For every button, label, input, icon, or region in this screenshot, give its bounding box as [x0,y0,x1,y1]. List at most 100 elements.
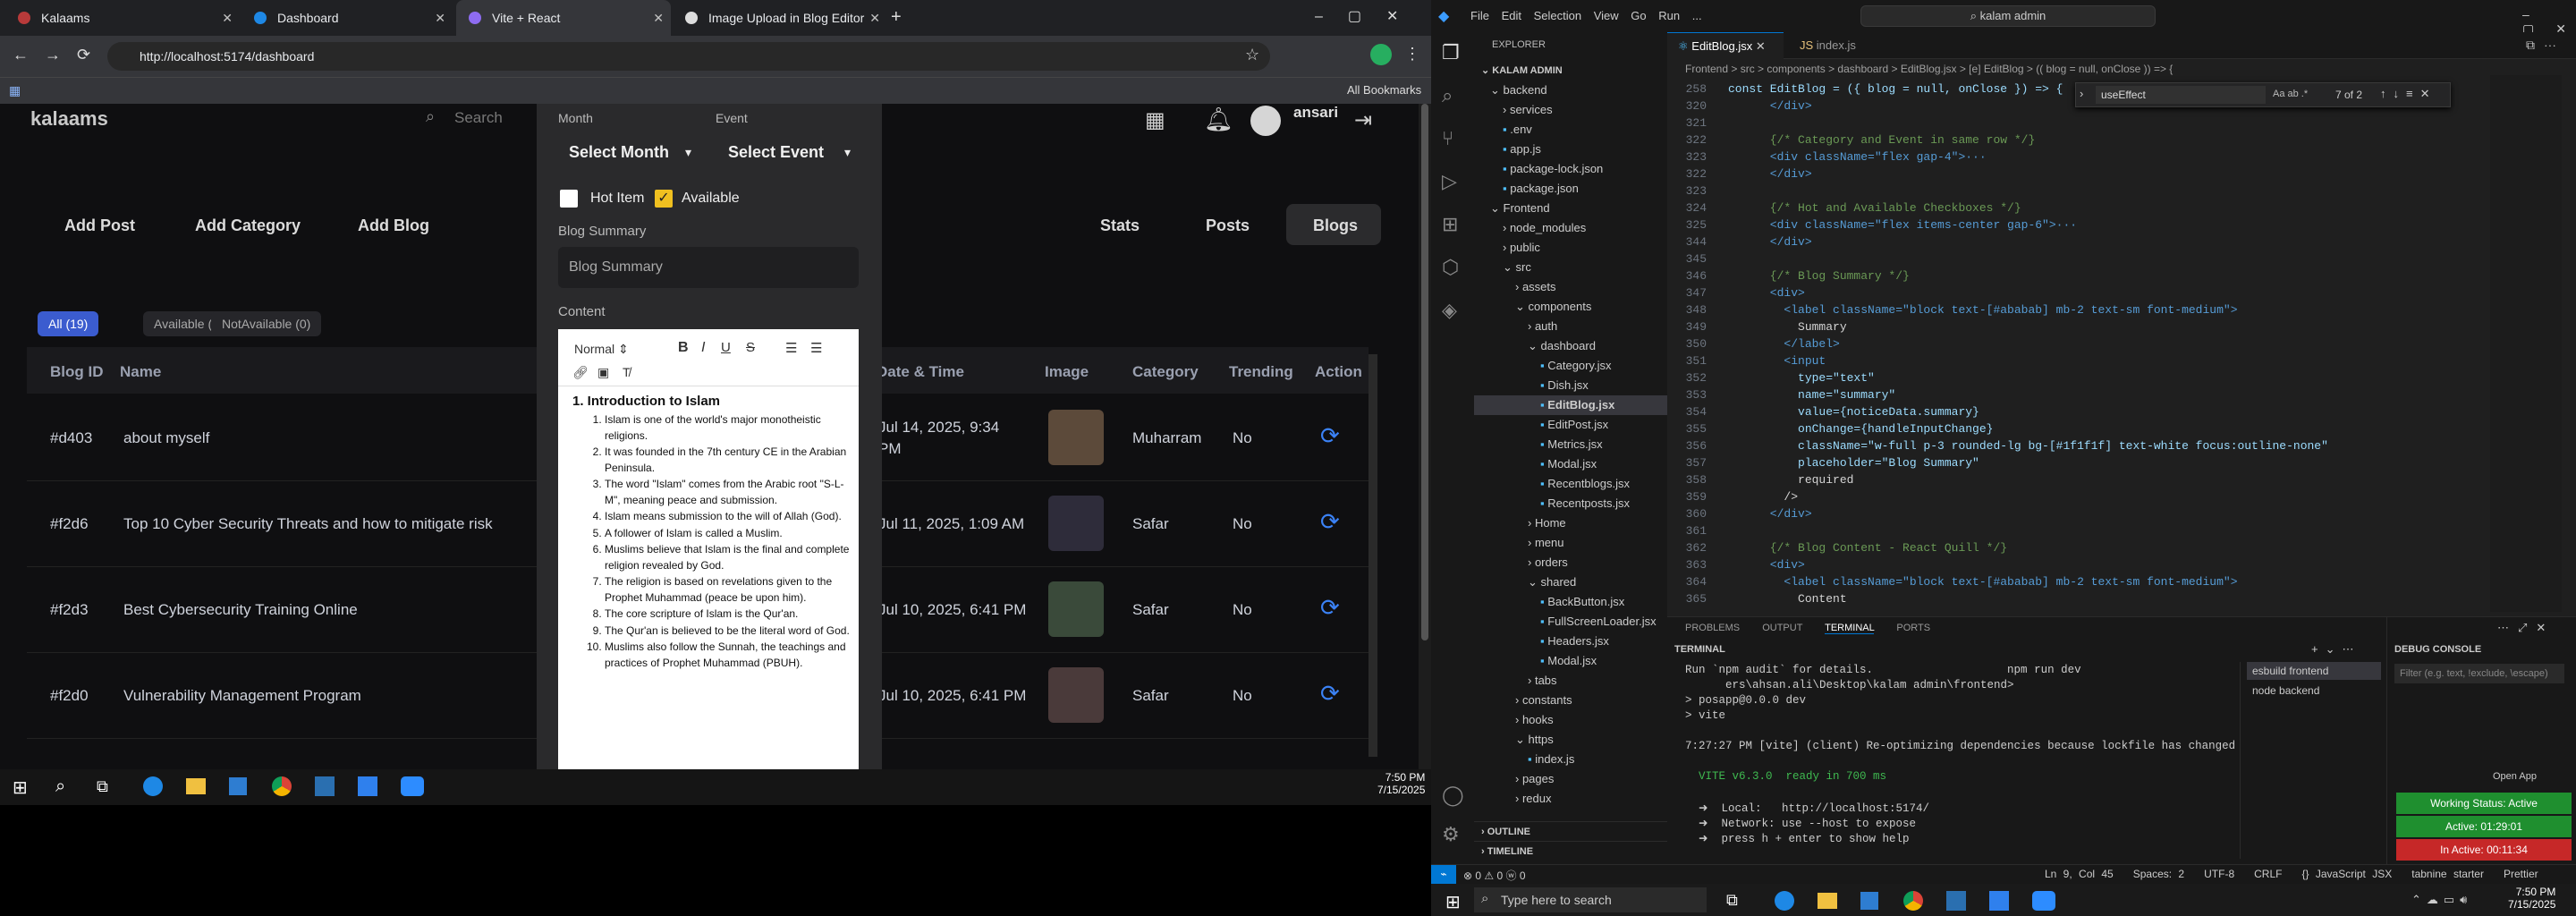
tree-file[interactable]: ▪ Recentblogs.jsx [1474,474,1667,494]
code-line[interactable]: 364 <label className="block text-[#ababa… [1667,573,2472,590]
tree-folder[interactable]: ⌄ Frontend [1474,199,1667,218]
vscode-icon[interactable] [1989,891,2009,911]
code-line[interactable]: 325 <div className="flex items-center ga… [1667,216,2472,233]
find-input[interactable]: useEffect [2096,86,2266,104]
format-select[interactable]: Normal ⇕ [574,342,629,357]
vs-app-icon[interactable] [315,776,335,796]
table-scrollbar[interactable] [1368,354,1377,757]
tree-folder[interactable]: › public [1474,238,1667,258]
menu-file[interactable]: File [1470,9,1489,22]
tab-image-upload[interactable]: Image Upload in Blog Editor ✕ [673,0,887,36]
add-category-link[interactable]: Add Category [195,216,301,235]
tree-file[interactable]: ▪ Modal.jsx [1474,454,1667,474]
nav-buttons-icon[interactable]: ←→⟳ [13,46,106,64]
menu-go[interactable]: Go [1631,9,1646,22]
strike-icon[interactable]: S [746,340,755,355]
file-explorer-icon[interactable] [1818,893,1837,909]
add-blog-link[interactable]: Add Blog [358,216,429,235]
tab-vite-react[interactable]: Vite + React ✕ [456,0,671,36]
image-icon[interactable]: ▣ [597,365,609,380]
profile-avatar[interactable] [1370,44,1392,65]
outline-section[interactable]: › OUTLINE [1474,821,1667,841]
italic-icon[interactable]: I [701,340,705,356]
code-line[interactable]: 323 <div className="flex gap-4">··· [1667,148,2472,165]
code-line[interactable]: 347 <div> [1667,284,2472,301]
terminal-output[interactable]: Run `npm audit` for details. npm run dev… [1685,664,2240,861]
tree-file[interactable]: ▪ app.js [1474,140,1667,159]
menu-selection[interactable]: Selection [1534,9,1581,22]
panel-tab-problems[interactable]: PROBLEMS [1685,623,1740,633]
code-line[interactable]: 363 <div> [1667,556,2472,573]
extensions-icon[interactable]: ⊞ [1442,213,1458,236]
page-scroll-thumb[interactable] [1421,104,1428,640]
tree-file[interactable]: ▪ package-lock.json [1474,159,1667,179]
windows-start-icon[interactable]: ⊞ [1445,891,1461,913]
zoom-icon[interactable] [2032,891,2055,911]
new-tab-icon[interactable]: + [891,7,902,28]
editor-actions-icon[interactable]: ⧉⋯ [2526,38,2565,53]
menu-edit[interactable]: Edit [1502,9,1521,22]
code-line[interactable]: 323 [1667,182,2472,199]
window-controls[interactable]: –▢✕ [1315,7,1423,25]
line-ending[interactable]: CRLF [2254,868,2282,880]
tree-folder[interactable]: ⌄ backend [1474,81,1667,100]
tree-folder[interactable]: › node_modules [1474,218,1667,238]
code-line[interactable]: 324 {/* Hot and Available Checkboxes */} [1667,199,2472,216]
timeline-section[interactable]: › TIMELINE [1474,841,1667,861]
tab-kalaams[interactable]: Kalaams ✕ [5,0,240,36]
posts-link[interactable]: Posts [1206,216,1250,235]
link-icon[interactable]: 🔗︎ [572,365,589,380]
underline-icon[interactable]: U [721,340,731,355]
tab-index[interactable]: JS index.js [1789,32,1887,59]
available-checkbox[interactable]: ✓ [655,190,673,208]
tree-folder[interactable]: › hooks [1474,710,1667,730]
tree-folder[interactable]: › orders [1474,553,1667,572]
code-line[interactable]: 362 {/* Blog Content - React Quill */} [1667,539,2472,556]
cursor-position[interactable]: Ln 9, Col 45 [2045,868,2114,880]
clear-format-icon[interactable]: T̸ [623,365,631,379]
code-line[interactable]: 352 type="text" [1667,369,2472,386]
code-line[interactable]: 360 </div> [1667,505,2472,522]
refresh-icon[interactable]: ⟳ [1320,680,1340,708]
run-debug-icon[interactable]: ▷ [1442,170,1457,193]
code-line[interactable]: 361 [1667,522,2472,539]
remote-status-icon[interactable]: ⌁ [1431,865,1456,884]
remote-icon[interactable]: ⬡ [1442,256,1459,279]
tree-file[interactable]: ▪ BackButton.jsx [1474,592,1667,612]
code-line[interactable]: 344 </div> [1667,233,2472,250]
tree-file[interactable]: ▪ Recentposts.jsx [1474,494,1667,513]
menu-view[interactable]: View [1594,9,1619,22]
tree-file[interactable]: ▪ Category.jsx [1474,356,1667,376]
taskbar-search[interactable]: Type here to search [1474,887,1707,912]
page-scrollbar[interactable] [1419,104,1431,769]
close-tab-icon[interactable]: ✕ [869,0,880,36]
tree-folder[interactable]: › services [1474,100,1667,120]
edge-icon[interactable] [143,776,163,796]
code-area[interactable]: 258 const EditBlog = ({ blog = null, onCl… [1667,81,2472,617]
bold-icon[interactable]: B [678,340,689,356]
code-line[interactable]: 346 {/* Blog Summary */} [1667,267,2472,284]
tree-folder[interactable]: › menu [1474,533,1667,553]
account-icon[interactable]: ◯ [1442,784,1464,807]
month-select[interactable]: Select Month [569,143,669,162]
tree-file[interactable]: ▪ .env [1474,120,1667,140]
workspace-root[interactable]: ⌄ KALAM ADMIN [1481,64,1563,76]
site-logo[interactable]: kalaams [30,107,108,131]
zoom-icon[interactable] [401,776,424,796]
refresh-icon[interactable]: ⟳ [1320,422,1340,450]
ai-icon[interactable]: ◈ [1442,299,1457,322]
panel-tabs[interactable]: PROBLEMS OUTPUT TERMINAL PORTS [1685,623,1930,634]
terminal-instance-esbuild[interactable]: esbuild frontend [2247,662,2381,680]
terminal-actions-icon[interactable]: +⌄⋯ [2311,642,2360,657]
problems-status[interactable]: ⊗ 0 ⚠ 0 ⓦ 0 [1463,868,1526,883]
tabnine-status[interactable]: tabnine starter [2411,868,2484,880]
tree-folder[interactable]: ⌄ src [1474,258,1667,277]
code-line[interactable]: 354 value={noticeData.summary} [1667,403,2472,420]
tab-dashboard[interactable]: Dashboard ✕ [242,0,453,36]
task-view-icon[interactable]: ⧉ [1726,891,1738,910]
file-explorer-icon[interactable] [186,778,206,794]
tree-folder[interactable]: › auth [1474,317,1667,336]
close-tab-icon[interactable]: ✕ [653,0,664,36]
store-icon[interactable] [229,777,247,795]
bookmark-star-icon[interactable]: ☆ [1245,46,1259,64]
